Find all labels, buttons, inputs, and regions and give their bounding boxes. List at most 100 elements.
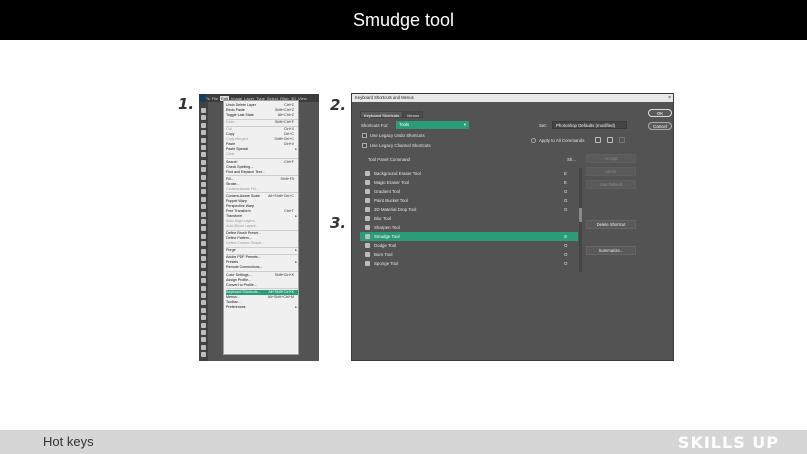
menu-item-label: Cut <box>226 127 232 132</box>
save-set-icon[interactable] <box>595 137 601 143</box>
scrollbar-thumb[interactable] <box>579 208 582 222</box>
command-row[interactable]: Blur Tool <box>360 214 578 223</box>
menu-item[interactable]: Auto-Blend Layers... <box>226 224 298 229</box>
tool-icon[interactable] <box>201 307 206 313</box>
tool-icon <box>365 261 370 266</box>
menu-item[interactable]: Content-Aware Fill... <box>226 187 298 192</box>
command-row[interactable]: Background Eraser Tool E <box>360 169 578 178</box>
tool-icon[interactable] <box>201 285 206 291</box>
command-shortcut: G <box>564 198 568 203</box>
chevron-right-icon: ▸ <box>295 248 297 253</box>
tool-icon[interactable] <box>201 241 206 247</box>
tool-icon[interactable] <box>201 248 206 254</box>
ok-button[interactable]: OK <box>648 109 672 117</box>
menu-item[interactable]: Fade... Shift+Ctrl+F <box>226 120 298 125</box>
legacy-undo-checkbox[interactable] <box>362 133 367 138</box>
menu-item[interactable]: Clear <box>226 152 298 157</box>
menu-item[interactable]: Preferences ▸ <box>226 305 298 310</box>
shortcuts-for-select[interactable]: Tools ▾ <box>396 121 469 129</box>
tool-icon[interactable] <box>201 145 206 150</box>
command-row[interactable]: Sharpen Tool <box>360 223 578 232</box>
summarize-button[interactable]: Summarize... <box>586 246 636 255</box>
new-set-icon[interactable] <box>607 137 613 143</box>
tool-icon[interactable] <box>201 352 206 358</box>
command-row[interactable]: Sponge Tool O <box>360 259 578 268</box>
command-shortcut: O <box>564 261 568 266</box>
undo-button[interactable]: Undo <box>586 167 636 176</box>
menu-item[interactable]: Convert to Profile... <box>226 283 298 288</box>
tool-icon[interactable] <box>201 300 206 306</box>
delete-shortcut-button[interactable]: Delete Shortcut <box>586 220 636 229</box>
tool-icon[interactable] <box>201 219 206 224</box>
menubar-item[interactable]: View <box>298 96 307 101</box>
footer-label: Hot keys <box>43 434 94 449</box>
menu-item-label: Search <box>226 159 238 164</box>
menu-item[interactable]: Toggle Last State Alt+Ctrl+Z <box>226 113 298 118</box>
tool-icon[interactable] <box>201 293 206 298</box>
tool-icon[interactable] <box>201 182 206 187</box>
menu-item-label: Undo Delete Layer <box>226 103 256 107</box>
command-name: Sharpen Tool <box>374 225 400 230</box>
command-row[interactable]: Dodge Tool O <box>360 241 578 250</box>
menubar-item[interactable]: File <box>212 96 218 101</box>
tool-icon[interactable] <box>201 330 206 335</box>
menu-item[interactable]: Purge ▸ <box>226 248 298 253</box>
command-row[interactable]: Paint Bucket Tool G <box>360 196 578 205</box>
trash-icon[interactable] <box>619 137 625 143</box>
legacy-channel-checkbox[interactable] <box>362 143 367 148</box>
tool-icon[interactable] <box>201 152 206 158</box>
step-1-label: 1. <box>178 95 195 113</box>
menu-item-label: Free Transform <box>226 208 251 213</box>
menu-item-label: Redo Paste <box>226 108 245 113</box>
menu-item[interactable]: Find and Replace Text... <box>226 170 298 175</box>
command-row[interactable]: Burn Tool O <box>360 250 578 259</box>
tool-icon[interactable] <box>201 278 206 284</box>
command-row[interactable]: Magic Eraser Tool E <box>360 178 578 187</box>
tool-icon[interactable] <box>201 159 206 165</box>
tool-icon[interactable] <box>201 322 206 328</box>
tool-icon[interactable] <box>201 122 206 128</box>
use-default-button[interactable]: Use Default <box>586 180 636 189</box>
menu-item[interactable]: Remote Connections... <box>226 265 298 270</box>
tab-menus[interactable]: Menus <box>403 111 424 118</box>
set-select[interactable]: Photoshop Defaults (modified) <box>552 121 627 129</box>
tool-icon <box>365 171 370 176</box>
tool-icon[interactable] <box>201 174 206 180</box>
tool-icon[interactable] <box>201 167 206 173</box>
menu-item-label: Paste Special <box>226 147 248 152</box>
tool-icon[interactable] <box>201 270 206 276</box>
menu-item-label: Color Settings... <box>226 272 252 277</box>
command-row[interactable]: 3D Material Drop Tool G <box>360 205 578 214</box>
cancel-button[interactable]: Cancel <box>648 122 672 130</box>
list-scrollbar[interactable] <box>579 168 582 272</box>
tool-icon[interactable] <box>201 233 206 239</box>
menu-item-label: Auto-Align Layers... <box>226 219 258 224</box>
tool-icon[interactable] <box>201 204 206 210</box>
tool-icon[interactable] <box>201 130 206 136</box>
close-icon[interactable]: × <box>668 94 671 102</box>
tool-icon[interactable] <box>201 344 206 350</box>
accept-button[interactable]: Accept <box>586 154 636 163</box>
tool-icon[interactable] <box>201 108 206 113</box>
tab-keyboard-shortcuts[interactable]: Keyboard Shortcuts <box>360 111 404 118</box>
tool-icon[interactable] <box>201 115 206 121</box>
tool-icon[interactable] <box>201 337 206 343</box>
apply-all-checkbox[interactable] <box>531 138 536 143</box>
command-row[interactable]: Gradient Tool G <box>360 187 578 196</box>
command-name: Burn Tool <box>374 252 393 257</box>
menu-item-label: Fill... <box>226 176 234 181</box>
menu-item[interactable]: Define Custom Shape... <box>226 241 298 246</box>
tool-icon[interactable] <box>201 226 206 232</box>
tool-icon[interactable] <box>201 196 206 202</box>
tool-icon[interactable] <box>201 137 206 143</box>
command-row-smudge-tool[interactable]: Smudge Tool S <box>360 232 578 241</box>
tool-icon[interactable] <box>201 263 206 269</box>
toolbar-strip <box>199 102 208 361</box>
tool-icon[interactable] <box>201 315 206 321</box>
tool-icon[interactable] <box>201 189 206 195</box>
menu-item-shortcut: Alt+Ctrl+Z <box>277 113 294 118</box>
menu-item-label: Adobe PDF Presets... <box>226 255 261 260</box>
tool-icon[interactable] <box>201 256 206 261</box>
tool-icon[interactable] <box>201 211 206 217</box>
command-name: Sponge Tool <box>374 261 399 266</box>
